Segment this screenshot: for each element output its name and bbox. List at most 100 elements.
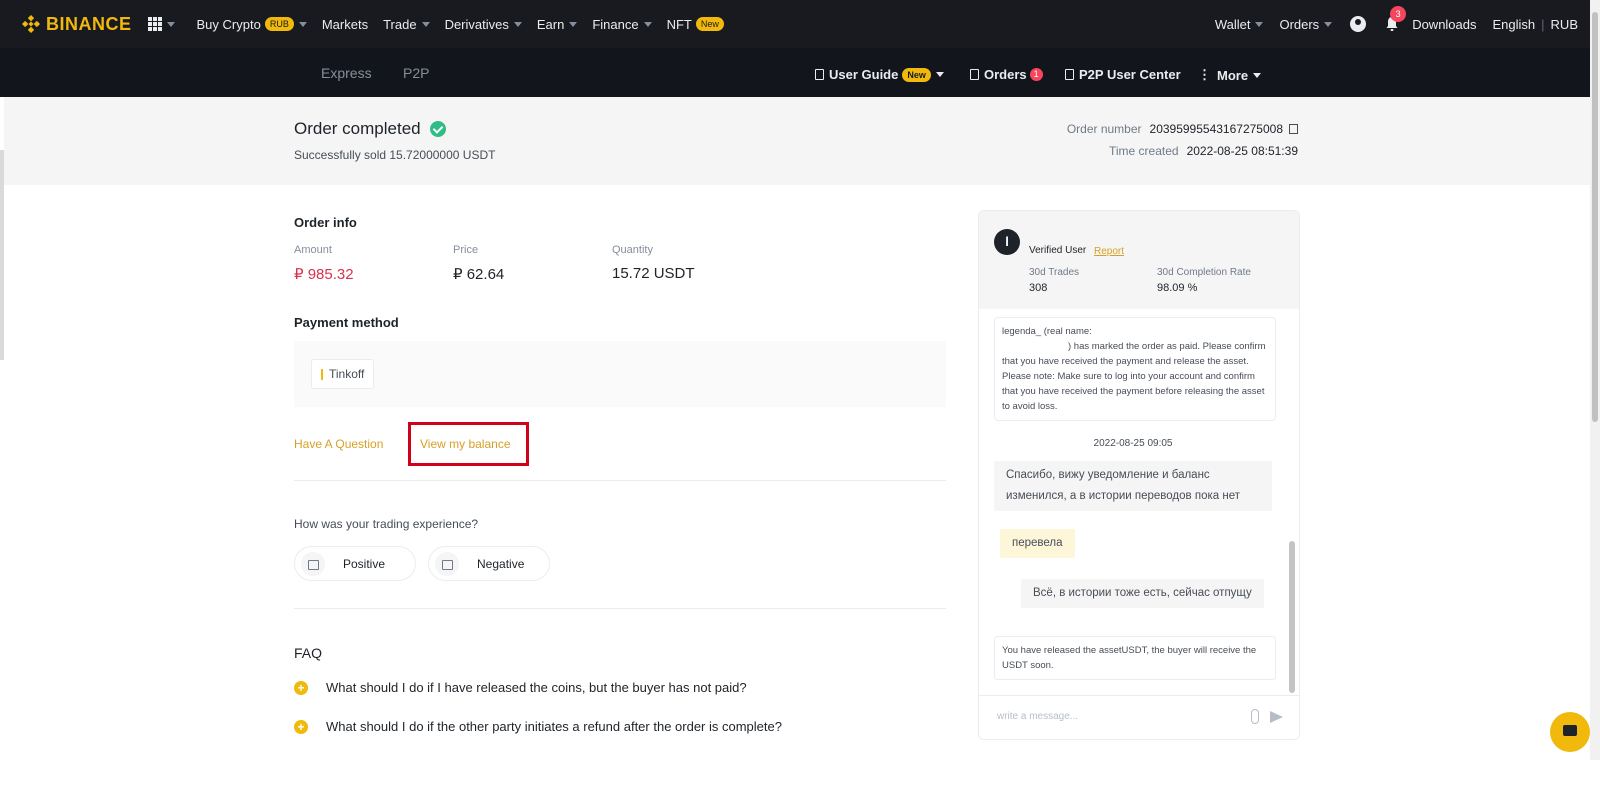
chevron-down-icon	[1255, 21, 1264, 27]
time-created-label: Time created	[1108, 144, 1179, 158]
book-icon	[815, 69, 824, 80]
nav-currency[interactable]: RUB	[1551, 17, 1578, 32]
binance-logo[interactable]: BINANCE	[22, 14, 132, 35]
message-input-bar: write a message...	[979, 695, 1299, 739]
report-link[interactable]: Report	[1094, 246, 1124, 257]
nav-nft[interactable]: NFT New	[667, 17, 724, 32]
thumbs-up-icon	[301, 551, 325, 576]
nav-label: English	[1492, 16, 1536, 32]
nav-label: Derivatives	[444, 16, 509, 32]
order-number-label: Order number	[1066, 122, 1142, 136]
faq-title: FAQ	[294, 645, 323, 661]
nav-label: NFT	[666, 16, 692, 32]
quantity-value: 15.72 USDT	[612, 265, 695, 282]
time-created-value: 2022-08-25 08:51:39	[1186, 144, 1298, 158]
chevron-down-icon	[421, 21, 430, 27]
highlight-annotation-box	[408, 422, 529, 466]
notifications-button[interactable]: 3	[1384, 6, 1407, 32]
chevron-down-icon	[1253, 72, 1262, 78]
faq-item[interactable]: + What should I do if I have released th…	[294, 680, 747, 695]
thumbs-down-icon	[435, 551, 459, 576]
more-label: More	[1217, 67, 1249, 83]
payment-method-box	[294, 341, 946, 407]
user-guide-menu[interactable]: User Guide New	[815, 67, 944, 82]
grid-icon	[147, 17, 162, 31]
nav-buy-crypto[interactable]: Buy Crypto RUB	[197, 17, 307, 32]
nav-label: Trade	[383, 16, 417, 32]
support-chat-button[interactable]	[1550, 712, 1590, 752]
verified-user-label: Verified User	[1029, 245, 1087, 256]
negative-label: Negative	[477, 556, 525, 571]
feedback-question: How was your trading experience?	[294, 517, 479, 531]
more-menu[interactable]: ⋮ More	[1198, 67, 1262, 83]
nav-orders[interactable]: Orders	[1279, 17, 1333, 32]
notification-count-badge: 3	[1390, 6, 1407, 22]
payment-method-chip: Tinkoff	[311, 359, 375, 389]
chat-scrollbar[interactable]	[1289, 541, 1295, 693]
p2p-user-center-link[interactable]: P2P User Center	[1065, 67, 1181, 82]
nav-wallet[interactable]: Wallet	[1215, 17, 1264, 32]
nav-markets[interactable]: Markets	[322, 17, 368, 32]
p2p-subnav: Express P2P User Guide New Orders 1 P2P …	[0, 48, 1590, 97]
send-icon[interactable]	[1270, 711, 1283, 723]
user-center-icon	[1065, 69, 1074, 80]
document-icon	[970, 69, 979, 80]
top-navbar: BINANCE Buy Crypto RUB Markets Trade Der…	[0, 0, 1600, 48]
user-account-icon[interactable]	[1350, 16, 1367, 32]
nav-label: Finance	[592, 16, 639, 32]
amount-value: ₽ 985.32	[294, 266, 354, 283]
counterparty-info: l Verified User Report 30d Trades 308 30…	[979, 211, 1299, 309]
chat-panel: l Verified User Report 30d Trades 308 30…	[978, 210, 1300, 740]
binance-logo-icon	[22, 15, 40, 33]
nav-label: Markets	[321, 16, 369, 32]
nav-label: Earn	[536, 16, 565, 32]
avatar: l	[994, 229, 1020, 255]
nav-finance[interactable]: Finance	[592, 16, 652, 32]
logo-text: BINANCE	[46, 13, 132, 34]
nav-derivatives[interactable]: Derivatives	[445, 17, 522, 32]
nav-trade[interactable]: Trade	[383, 16, 430, 32]
nav-language[interactable]: English	[1493, 17, 1536, 32]
price-value: ₽ 62.64	[453, 266, 505, 283]
orders-count-badge: 1	[1029, 68, 1043, 81]
nav-earn[interactable]: Earn	[536, 16, 578, 32]
order-header-band	[4, 97, 1590, 185]
chat-timestamp: 2022-08-25 09:05	[1093, 438, 1173, 449]
order-number-row: Order number 20395995543167275008	[1067, 122, 1298, 136]
nav-label: Buy Crypto	[196, 16, 261, 32]
message-input[interactable]: write a message...	[997, 711, 1078, 722]
nav-right-group: Wallet Orders 3 Downloads English | RUB	[1199, 0, 1578, 48]
order-status-title: Order completed	[294, 119, 446, 139]
orders-label: Orders	[984, 67, 1027, 82]
nav-label: Wallet	[1214, 16, 1251, 32]
paperclip-icon[interactable]	[1251, 709, 1259, 724]
time-created-row: Time created 2022-08-25 08:51:39	[1109, 144, 1298, 158]
page-scrollbar-thumb[interactable]	[1592, 12, 1598, 422]
divider	[294, 480, 946, 481]
positive-feedback-button[interactable]: Positive	[294, 546, 416, 581]
page-scrollbar[interactable]	[1590, 0, 1600, 760]
user-guide-label: User Guide	[829, 67, 899, 82]
chevron-down-icon	[298, 21, 307, 27]
order-number-value: 20395995543167275008	[1149, 122, 1283, 136]
price-label: Price	[453, 244, 479, 256]
faq-item[interactable]: + What should I do if the other party in…	[294, 719, 782, 734]
system-message-line: legenda_ (real name:	[1002, 326, 1092, 337]
faq-question: What should I do if the other party init…	[326, 719, 782, 734]
tab-express[interactable]: Express	[321, 65, 372, 81]
have-a-question-link[interactable]: Have A Question	[294, 437, 383, 451]
apps-menu-button[interactable]	[147, 17, 175, 31]
order-info-title: Order info	[294, 215, 357, 230]
subnav-orders[interactable]: Orders 1	[970, 67, 1043, 82]
chevron-down-icon	[166, 21, 175, 27]
nav-separator: |	[1541, 16, 1545, 32]
plus-icon: +	[294, 680, 308, 695]
negative-feedback-button[interactable]: Negative	[428, 546, 550, 581]
system-message-line: ) has marked the order as paid. Please c…	[1002, 341, 1266, 412]
nav-downloads[interactable]: Downloads	[1412, 17, 1476, 32]
copy-icon[interactable]	[1289, 124, 1298, 134]
chat-message-incoming: перевела	[1000, 529, 1075, 558]
faq-question: What should I do if I have released the …	[326, 680, 747, 695]
tab-p2p[interactable]: P2P	[403, 65, 429, 81]
chevron-down-icon	[513, 21, 522, 27]
